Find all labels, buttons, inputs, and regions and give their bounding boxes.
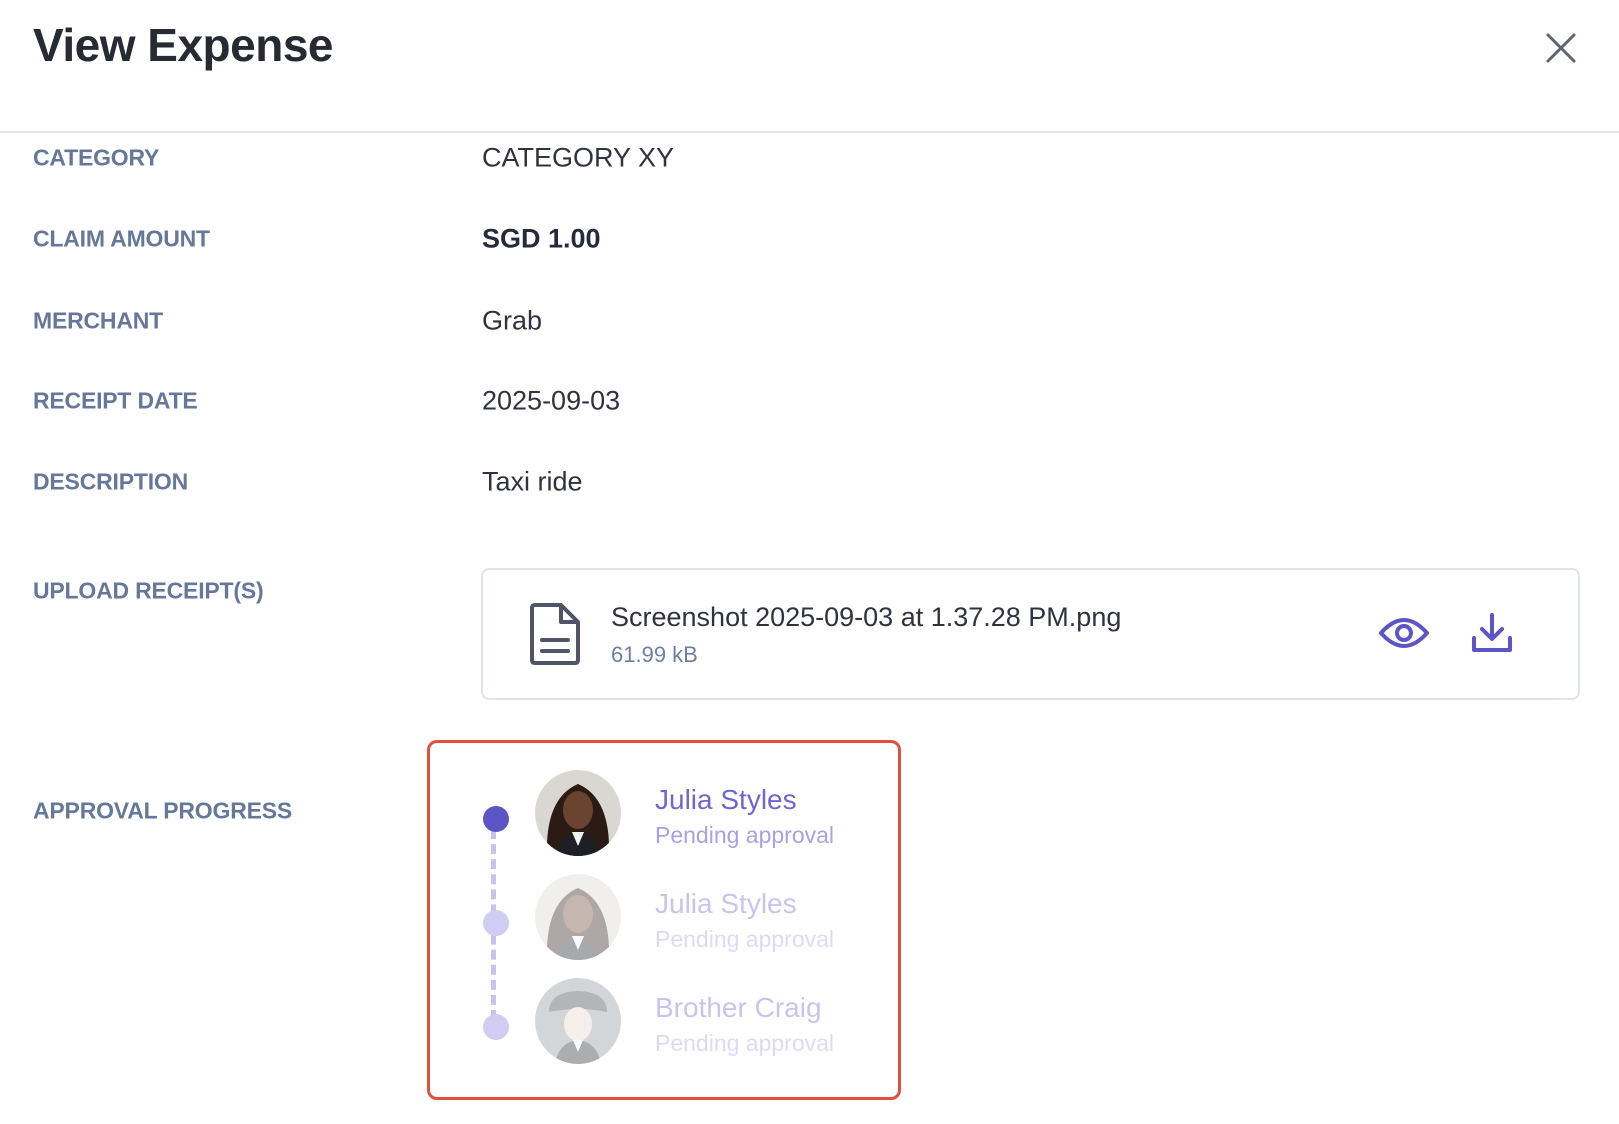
merchant-value: Grab (482, 305, 543, 336)
header-divider (0, 131, 1619, 133)
close-button[interactable] (1541, 28, 1581, 68)
description-value: Taxi ride (482, 466, 583, 497)
eye-icon (1379, 618, 1429, 648)
receipt-date-value: 2025-09-03 (482, 385, 621, 416)
approver-status: Pending approval (655, 1030, 835, 1056)
approver-item: Julia Styles Pending approval (535, 770, 865, 856)
dialog-title: View Expense (33, 19, 334, 71)
approver-item: Julia Styles Pending approval (535, 874, 865, 960)
claim-amount-value: SGD 1.00 (482, 223, 601, 254)
claim-amount-label: CLAIM AMOUNT (33, 225, 210, 252)
timeline-dot (483, 910, 509, 936)
receipt-file-size: 61.99 kB (611, 642, 698, 667)
category-value: CATEGORY XY (482, 142, 675, 173)
receipt-date-label: RECEIPT DATE (33, 387, 198, 414)
download-receipt-button[interactable] (1465, 606, 1519, 660)
timeline-dot-active (483, 806, 509, 832)
approver-status: Pending approval (655, 926, 835, 952)
approval-progress-label: APPROVAL PROGRESS (33, 797, 293, 824)
approver-item: Brother Craig Pending approval (535, 978, 865, 1064)
approver-name: Brother Craig (655, 992, 822, 1023)
close-icon (1546, 33, 1576, 63)
view-receipt-button[interactable] (1377, 606, 1431, 660)
category-label: CATEGORY (33, 144, 160, 171)
timeline-dot (483, 1014, 509, 1040)
receipt-file-name: Screenshot 2025-09-03 at 1.37.28 PM.png (611, 602, 1122, 632)
merchant-label: MERCHANT (33, 307, 163, 334)
approver-name: Julia Styles (655, 784, 797, 815)
avatar (535, 978, 621, 1064)
approver-name: Julia Styles (655, 888, 797, 919)
avatar (535, 874, 621, 960)
receipt-file-card: Screenshot 2025-09-03 at 1.37.28 PM.png … (481, 568, 1580, 700)
upload-receipts-label: UPLOAD RECEIPT(S) (33, 577, 264, 604)
download-icon (1472, 613, 1512, 652)
approver-status: Pending approval (655, 822, 835, 848)
document-icon (530, 603, 580, 665)
avatar (535, 770, 621, 856)
description-label: DESCRIPTION (33, 468, 188, 495)
